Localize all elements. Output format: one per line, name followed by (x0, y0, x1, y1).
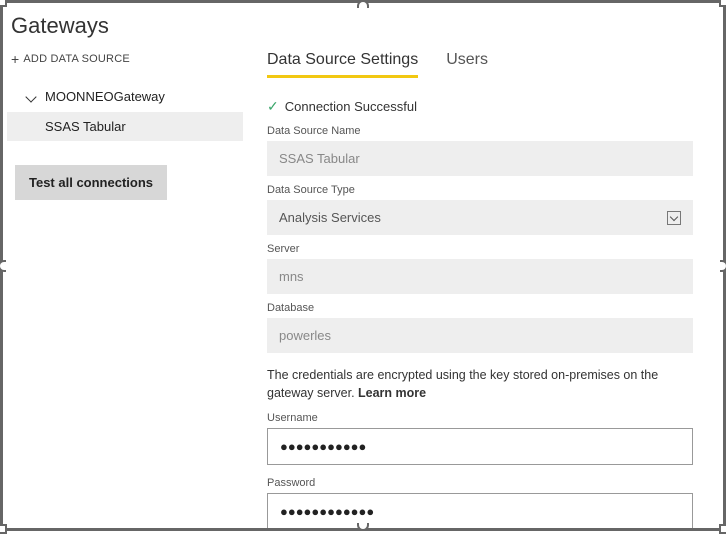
chevron-down-icon (25, 91, 36, 102)
password-input[interactable] (267, 493, 693, 528)
resize-handle-icon[interactable] (719, 0, 726, 7)
resize-handle-icon[interactable] (357, 0, 369, 8)
ds-type-value: Analysis Services (279, 210, 381, 225)
test-all-connections-button[interactable]: Test all connections (15, 165, 167, 200)
ds-name-field: SSAS Tabular (267, 141, 693, 176)
main-panel: Data Source Settings Users ✓ Connection … (253, 3, 723, 528)
gateway-name: MOONNEOGateway (45, 89, 165, 104)
ds-type-label: Data Source Type (267, 184, 693, 196)
datasource-name: SSAS Tabular (45, 119, 126, 134)
tab-users[interactable]: Users (446, 51, 488, 78)
resize-handle-icon[interactable] (0, 0, 7, 7)
add-data-source-label: ADD DATA SOURCE (23, 53, 130, 65)
resize-handle-icon[interactable] (719, 524, 726, 534)
password-label: Password (267, 477, 693, 489)
check-icon: ✓ (267, 98, 279, 115)
datasource-row[interactable]: SSAS Tabular (7, 112, 243, 141)
page-title: Gateways (11, 13, 243, 39)
server-label: Server (267, 243, 693, 255)
add-data-source-button[interactable]: + ADD DATA SOURCE (11, 53, 243, 65)
username-input[interactable] (267, 428, 693, 465)
database-label: Database (267, 302, 693, 314)
connection-status: ✓ Connection Successful (267, 98, 693, 115)
learn-more-link[interactable]: Learn more (358, 386, 426, 400)
ds-name-label: Data Source Name (267, 125, 693, 137)
resize-handle-icon[interactable] (357, 523, 369, 531)
sidebar: Gateways + ADD DATA SOURCE MOONNEOGatewa… (3, 3, 253, 528)
resize-handle-icon[interactable] (0, 524, 7, 534)
resize-handle-icon[interactable] (720, 260, 726, 272)
gateway-row[interactable]: MOONNEOGateway (7, 83, 243, 110)
status-text: Connection Successful (285, 99, 417, 114)
credentials-note: The credentials are encrypted using the … (267, 367, 693, 402)
server-field: mns (267, 259, 693, 294)
database-field: powerles (267, 318, 693, 353)
username-label: Username (267, 412, 693, 424)
plus-icon: + (11, 54, 19, 65)
ds-type-select[interactable]: Analysis Services (267, 200, 693, 235)
cred-note-text: The credentials are encrypted using the … (267, 368, 658, 400)
tabs: Data Source Settings Users (267, 51, 693, 78)
chevron-down-icon (667, 211, 681, 225)
tab-data-source-settings[interactable]: Data Source Settings (267, 51, 418, 78)
resize-handle-icon[interactable] (0, 260, 6, 272)
